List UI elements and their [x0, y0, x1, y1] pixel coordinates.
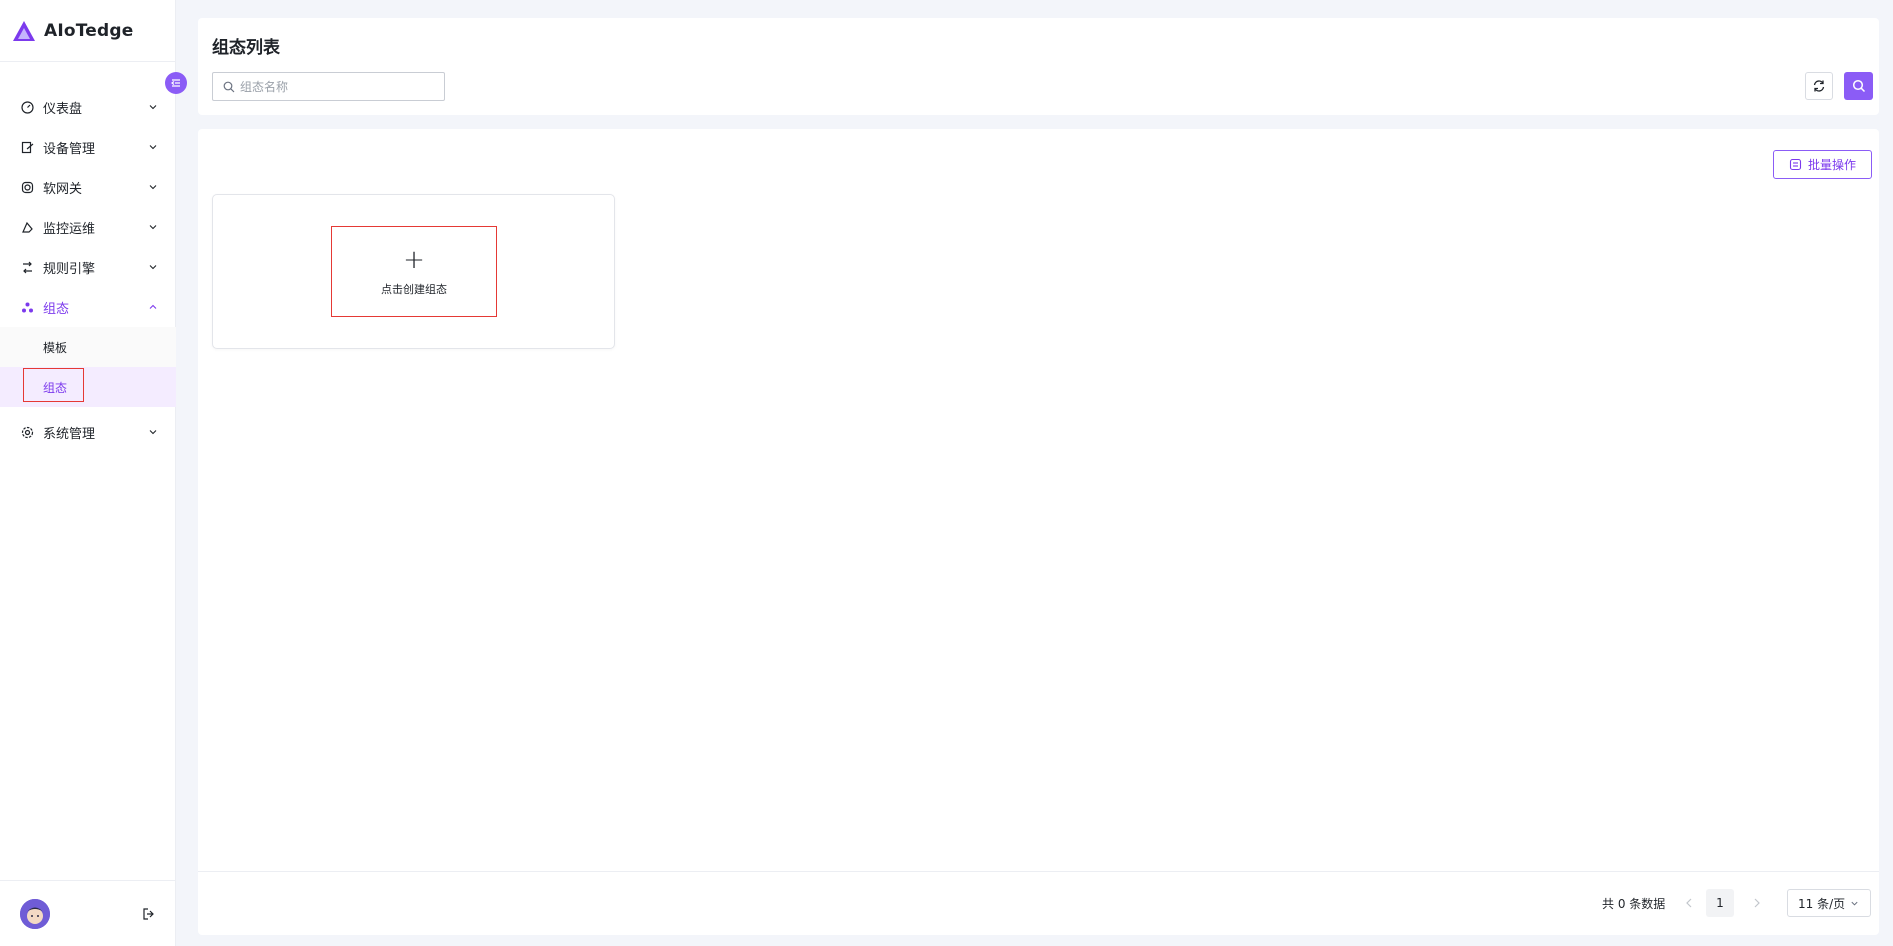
create-scada-label: 点击创建组态 — [381, 282, 447, 296]
logout-icon[interactable] — [142, 907, 156, 921]
chevron-down-icon — [149, 430, 157, 435]
logo-icon — [13, 20, 35, 41]
refresh-button[interactable] — [1805, 72, 1833, 100]
chevron-down-icon — [149, 145, 157, 150]
device-icon — [20, 140, 34, 154]
total-count: 共 0 条数据 — [1602, 897, 1666, 911]
search-icon — [1852, 79, 1865, 93]
batch-operation-button[interactable]: 批量操作 — [1773, 150, 1872, 179]
sidebar-item-label: 监控运维 — [43, 221, 96, 237]
page-size-select[interactable]: 11 条/页 — [1787, 889, 1871, 917]
search-input[interactable] — [240, 79, 430, 94]
sidebar-subitem-template[interactable]: 模板 — [0, 327, 176, 367]
create-scada-button[interactable]: + 点击创建组态 — [331, 226, 497, 317]
sidebar-item-device-management[interactable]: 设备管理 — [0, 127, 176, 167]
chevron-left-icon[interactable] — [1682, 896, 1696, 910]
chevron-down-icon — [149, 225, 157, 230]
sidebar: AIoTedge 仪表盘 设备管理 软网关 监控运维 规则引擎 组态 模板 组态… — [0, 0, 176, 946]
sidebar-item-scada[interactable]: 组态 — [0, 287, 176, 327]
sidebar-item-label: 软网关 — [43, 181, 83, 197]
chevron-down-icon — [149, 185, 157, 190]
refresh-icon — [1813, 80, 1825, 92]
rule-engine-icon — [20, 260, 34, 274]
search-box[interactable] — [212, 72, 445, 101]
page-size-label: 11 条/页 — [1798, 896, 1846, 911]
sidebar-item-label: 组态 — [43, 301, 70, 317]
pagination-bar: 共 0 条数据 1 11 条/页 — [198, 871, 1879, 935]
page-number[interactable]: 1 — [1706, 889, 1734, 917]
chevron-right-icon[interactable] — [1750, 896, 1764, 910]
collapse-sidebar-button[interactable] — [165, 72, 187, 94]
sidebar-item-rule-engine[interactable]: 规则引擎 — [0, 247, 176, 287]
chevron-up-icon — [149, 304, 157, 309]
gateway-icon — [20, 180, 34, 194]
scada-icon — [20, 300, 34, 314]
page-title: 组态列表 — [212, 38, 280, 58]
plus-icon: + — [403, 244, 425, 275]
sidebar-item-label: 仪表盘 — [43, 101, 83, 117]
sidebar-subitem-scada[interactable]: 组态 — [0, 367, 176, 407]
logo[interactable]: AIoTedge — [0, 0, 175, 62]
sidebar-menu: 仪表盘 设备管理 软网关 监控运维 规则引擎 组态 模板 组态 系统管理 — [0, 87, 176, 452]
main-card: 批量操作 + 点击创建组态 共 0 条数据 1 11 条/页 — [198, 129, 1879, 935]
sidebar-item-label: 规则引擎 — [43, 261, 96, 277]
sidebar-item-dashboard[interactable]: 仪表盘 — [0, 87, 176, 127]
sidebar-item-label: 设备管理 — [43, 141, 96, 157]
header-card: 组态列表 — [198, 18, 1879, 115]
sidebar-item-monitoring[interactable]: 监控运维 — [0, 207, 176, 247]
batch-operation-label: 批量操作 — [1807, 158, 1856, 172]
settings-icon — [20, 425, 34, 439]
sidebar-item-soft-gateway[interactable]: 软网关 — [0, 167, 176, 207]
search-icon — [223, 81, 235, 92]
batch-icon — [1789, 158, 1802, 171]
avatar[interactable] — [20, 898, 50, 929]
dashboard-icon — [20, 100, 34, 114]
sidebar-item-label: 系统管理 — [43, 426, 96, 442]
app-name: AIoTedge — [44, 20, 134, 41]
create-scada-card[interactable]: + 点击创建组态 — [212, 194, 615, 349]
sidebar-item-system-management[interactable]: 系统管理 — [0, 412, 176, 452]
highlight-box — [23, 368, 84, 402]
monitor-icon — [20, 220, 34, 234]
chevron-down-icon — [149, 105, 157, 110]
scada-submenu: 模板 组态 — [0, 327, 176, 407]
chevron-down-icon — [149, 265, 157, 270]
chevron-down-icon — [1851, 901, 1858, 906]
menu-fold-icon — [171, 79, 180, 87]
sidebar-footer — [0, 880, 176, 946]
sidebar-subitem-label: 模板 — [43, 340, 68, 355]
search-button[interactable] — [1844, 72, 1873, 100]
